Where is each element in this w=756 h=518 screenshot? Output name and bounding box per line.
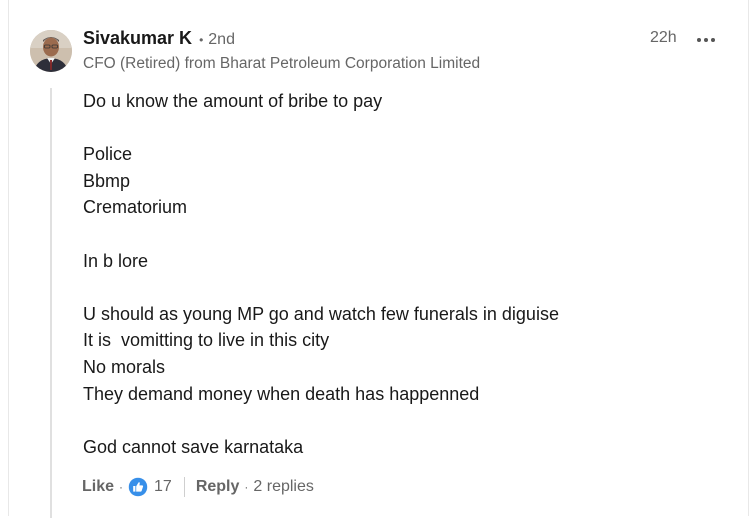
thread-line: [50, 88, 52, 518]
comment-line: [83, 407, 723, 434]
profile-photo-icon: [30, 30, 72, 72]
author-headline: CFO (Retired) from Bharat Petroleum Corp…: [83, 55, 481, 72]
comment-line: Do u know the amount of bribe to pay: [83, 91, 383, 111]
author-name[interactable]: Sivakumar K: [83, 28, 192, 49]
comment-line: U should as young MP go and watch few fu…: [83, 303, 559, 324]
comment-line: [83, 274, 723, 301]
reply-button[interactable]: Reply: [196, 478, 240, 496]
comment-line: Crematorium: [83, 197, 188, 218]
page-border-left: [8, 0, 9, 516]
comment-line: God cannot save karnataka: [83, 436, 304, 457]
bullet-separator: •: [199, 33, 204, 47]
like-button[interactable]: Like: [82, 478, 114, 496]
avatar[interactable]: [30, 30, 72, 72]
like-thumbs-up-icon[interactable]: [128, 477, 148, 497]
comment-line: It is vomitting to live in this city: [83, 330, 330, 351]
comment-header: Sivakumar K • 2nd CFO (Retired) from Bha…: [83, 28, 703, 74]
comment-timestamp: 22h: [650, 29, 677, 46]
connection-degree: 2nd: [208, 31, 235, 48]
action-divider: [183, 477, 185, 497]
reaction-count[interactable]: 17: [154, 478, 172, 496]
more-options-button[interactable]: [692, 30, 720, 50]
comment-line: No morals: [83, 356, 166, 377]
comment-line: They demand money when death has happenn…: [83, 383, 480, 404]
comment-line: Bbmp: [83, 170, 131, 191]
name-row: Sivakumar K • 2nd: [83, 28, 703, 54]
bullet-separator: ·: [119, 480, 124, 494]
comment-actions: Like · 17 Reply · 2 replies: [82, 474, 314, 500]
comment-text: Do u know the amount of bribe to pay Pol…: [83, 88, 723, 460]
replies-count-link[interactable]: 2 replies: [253, 478, 313, 496]
comment-line: Police: [83, 144, 133, 165]
comment-line: [83, 115, 723, 142]
comment-line: [83, 221, 723, 248]
ellipsis-icon: [697, 38, 715, 42]
comment-line: In b lore: [83, 250, 149, 271]
page-border-right: [748, 0, 749, 516]
bullet-separator: ·: [244, 480, 249, 494]
